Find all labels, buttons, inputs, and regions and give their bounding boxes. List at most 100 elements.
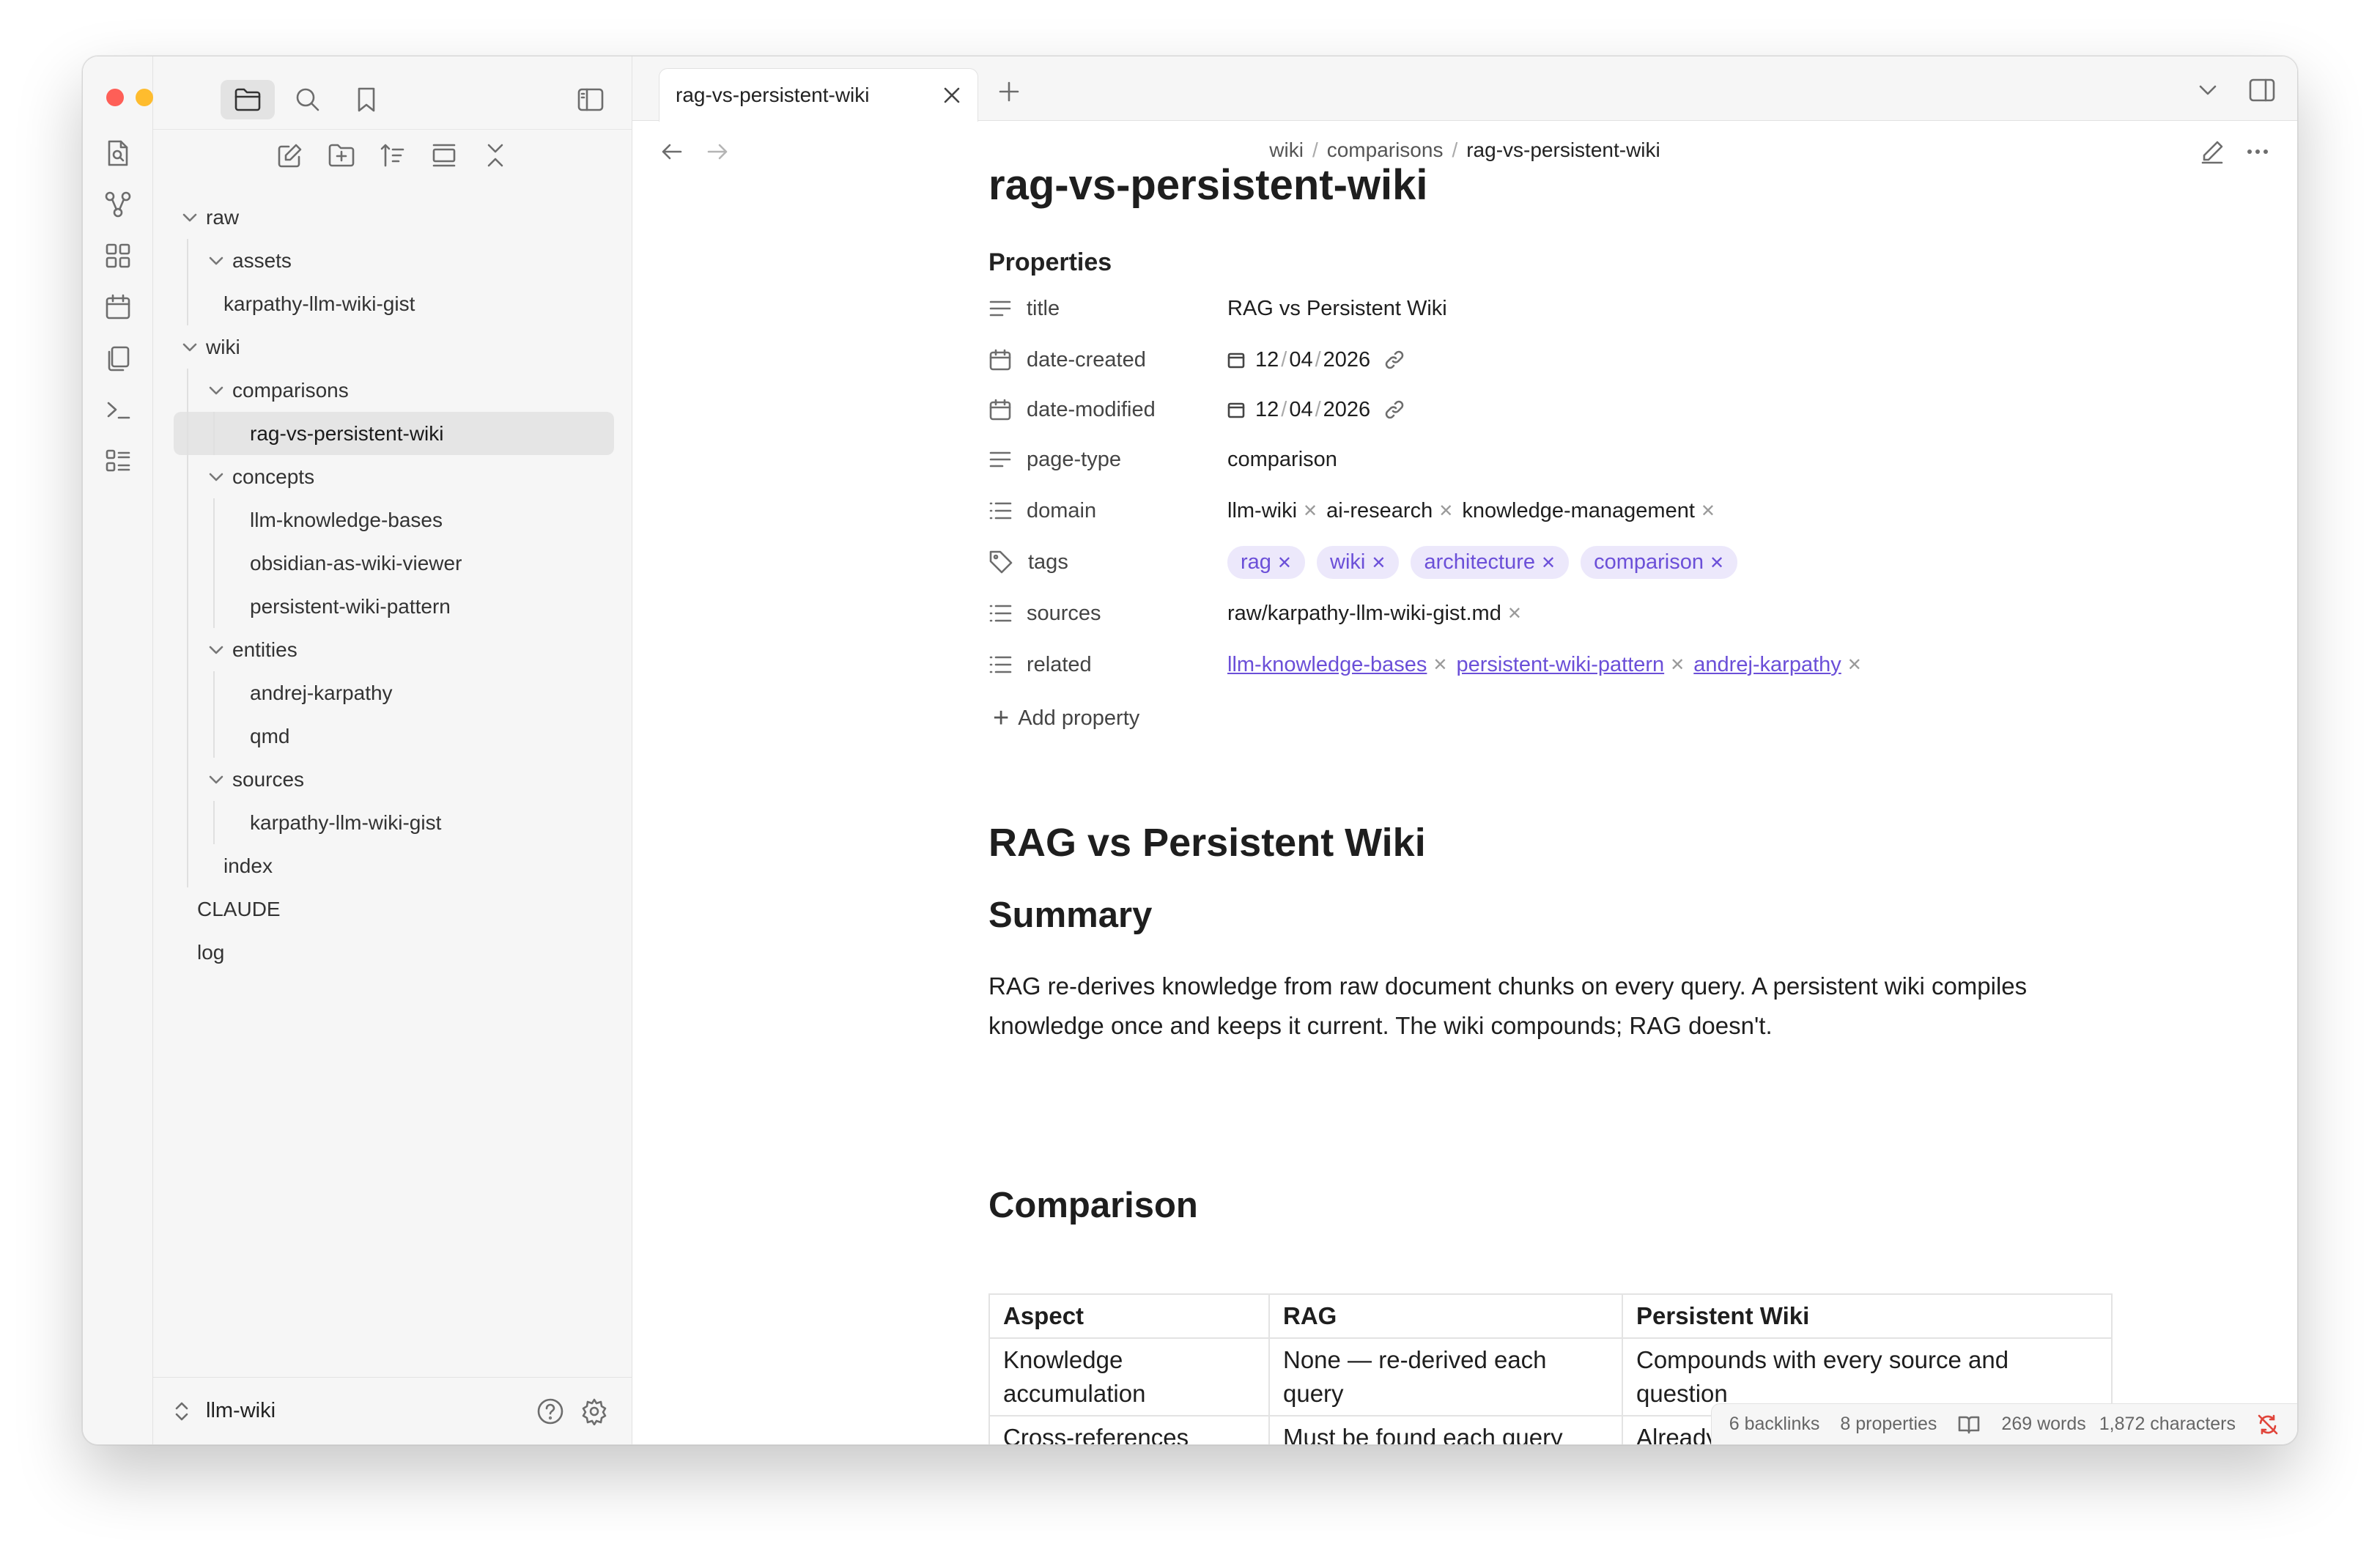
domain-value[interactable]: ai-research	[1326, 499, 1433, 523]
tree-folder[interactable]: assets	[174, 239, 614, 282]
remove-value-icon[interactable]: ✕	[1438, 501, 1453, 522]
new-folder-icon[interactable]	[323, 137, 360, 174]
remove-value-icon[interactable]: ✕	[1701, 501, 1715, 522]
domain-value[interactable]: knowledge-management	[1462, 499, 1695, 523]
property-key[interactable]: title	[1027, 297, 1060, 321]
help-icon[interactable]	[533, 1395, 567, 1428]
tree-folder[interactable]: entities	[174, 628, 614, 671]
breadcrumb-current[interactable]: rag-vs-persistent-wiki	[1466, 138, 1660, 161]
tree-file[interactable]: persistent-wiki-pattern	[174, 585, 614, 628]
settings-gear-icon[interactable]	[577, 1395, 611, 1428]
tree-file[interactable]: CLAUDE	[174, 887, 614, 931]
remove-tag-icon[interactable]: ✕	[1541, 553, 1556, 573]
heading-comparison[interactable]: Comparison	[988, 1185, 1198, 1226]
tab-list-chevron-down-icon[interactable]	[2190, 73, 2225, 108]
tree-file[interactable]: log	[174, 931, 614, 974]
table-header-cell[interactable]: RAG	[1268, 1293, 1623, 1339]
calendar-icon[interactable]	[103, 291, 133, 323]
tree-folder[interactable]: sources	[174, 758, 614, 801]
tree-folder[interactable]: raw	[174, 196, 614, 239]
breadcrumb-wiki[interactable]: wiki	[1269, 138, 1304, 161]
heading-h1[interactable]: RAG vs Persistent Wiki	[988, 820, 1426, 865]
tag-pill[interactable]: comparison ✕	[1581, 545, 1738, 579]
table-header-cell[interactable]: Aspect	[988, 1293, 1270, 1339]
property-key[interactable]: tags	[1028, 550, 1068, 575]
canvas-icon[interactable]	[103, 240, 133, 272]
chevron-down-icon[interactable]	[177, 341, 203, 353]
more-options-icon[interactable]	[2240, 134, 2275, 169]
search-tab[interactable]	[281, 80, 335, 119]
templates-icon[interactable]	[103, 342, 133, 374]
heading-summary[interactable]: Summary	[988, 895, 1152, 936]
quick-switcher-icon[interactable]	[103, 137, 133, 169]
date-modified-input[interactable]: 12/04/2026	[1227, 398, 1405, 422]
vault-switcher[interactable]: llm-wiki	[153, 1377, 632, 1444]
remove-tag-icon[interactable]: ✕	[1371, 553, 1386, 573]
chevron-down-icon[interactable]	[203, 255, 229, 267]
properties-heading[interactable]: Properties	[988, 248, 1112, 277]
related-link[interactable]: andrej-karpathy	[1693, 653, 1841, 677]
table-cell[interactable]: Cross-references	[988, 1415, 1270, 1444]
close-tab-icon[interactable]	[942, 86, 961, 105]
source-value[interactable]: raw/karpathy-llm-wiki-gist.md	[1227, 602, 1501, 626]
remove-value-icon[interactable]: ✕	[1433, 654, 1447, 676]
remove-value-icon[interactable]: ✕	[1507, 603, 1522, 624]
property-key[interactable]: page-type	[1027, 448, 1121, 472]
tree-file[interactable]: karpathy-llm-wiki-gist	[174, 801, 614, 844]
tree-folder[interactable]: wiki	[174, 325, 614, 369]
domain-value[interactable]: llm-wiki	[1227, 499, 1297, 523]
auto-reveal-icon[interactable]	[426, 137, 462, 174]
table-header-cell[interactable]: Persistent Wiki	[1622, 1293, 2113, 1339]
date-created-input[interactable]: 12/04/2026	[1227, 348, 1405, 372]
chevron-down-icon[interactable]	[203, 471, 229, 483]
remove-value-icon[interactable]: ✕	[1303, 501, 1318, 522]
property-key[interactable]: date-created	[1027, 348, 1146, 372]
property-key[interactable]: related	[1027, 653, 1092, 677]
tree-file[interactable]: obsidian-as-wiki-viewer	[174, 542, 614, 585]
property-value-title[interactable]: RAG vs Persistent Wiki	[1227, 297, 1447, 321]
close-window-button[interactable]	[106, 89, 124, 106]
toggle-right-sidebar-icon[interactable]	[2244, 73, 2280, 108]
new-note-icon[interactable]	[272, 137, 308, 174]
minimize-window-button[interactable]	[136, 89, 153, 106]
tree-file[interactable]: karpathy-llm-wiki-gist	[174, 282, 614, 325]
table-cell[interactable]: Must be found each query	[1268, 1415, 1623, 1444]
sort-order-icon[interactable]	[374, 137, 411, 174]
remove-tag-icon[interactable]: ✕	[1710, 553, 1724, 573]
related-link[interactable]: persistent-wiki-pattern	[1457, 653, 1665, 677]
date-picker-icon[interactable]	[1227, 351, 1245, 369]
related-link[interactable]: llm-knowledge-bases	[1227, 653, 1427, 677]
backlinks-count[interactable]: 6 backlinks	[1729, 1414, 1820, 1435]
property-key[interactable]: sources	[1027, 602, 1101, 626]
date-picker-icon[interactable]	[1227, 401, 1245, 418]
remove-tag-icon[interactable]: ✕	[1277, 553, 1292, 573]
note-title[interactable]: rag-vs-persistent-wiki	[988, 160, 1428, 210]
tree-file[interactable]: rag-vs-persistent-wiki	[174, 412, 614, 455]
tree-folder[interactable]: concepts	[174, 455, 614, 498]
chevron-down-icon[interactable]	[177, 212, 203, 224]
link-icon[interactable]	[1383, 349, 1405, 371]
bookmarks-tab[interactable]	[339, 80, 393, 119]
table-cell[interactable]: None — re-derived each query	[1268, 1337, 1623, 1417]
tag-pill[interactable]: rag ✕	[1227, 545, 1306, 579]
tree-file[interactable]: qmd	[174, 714, 614, 758]
summary-paragraph[interactable]: RAG re-derives knowledge from raw docume…	[988, 967, 2044, 1046]
tag-pill[interactable]: wiki ✕	[1317, 545, 1400, 579]
tab-rag-vs-persistent-wiki[interactable]: rag-vs-persistent-wiki	[659, 68, 978, 122]
chevron-down-icon[interactable]	[203, 644, 229, 656]
sync-disabled-icon[interactable]	[2256, 1413, 2280, 1436]
reading-view-book-icon[interactable]	[1957, 1414, 1981, 1435]
edit-pencil-icon[interactable]	[2195, 134, 2230, 169]
collapse-all-icon[interactable]	[477, 137, 514, 174]
property-key[interactable]: date-modified	[1027, 398, 1156, 422]
terminal-icon[interactable]	[103, 394, 133, 426]
property-value-page-type[interactable]: comparison	[1227, 448, 1337, 472]
tree-folder[interactable]: comparisons	[174, 369, 614, 412]
property-key[interactable]: domain	[1027, 499, 1096, 523]
new-tab-icon[interactable]	[991, 74, 1027, 109]
tag-pill[interactable]: architecture ✕	[1411, 545, 1570, 579]
outline-list-icon[interactable]	[103, 445, 133, 477]
collapse-sidebar-icon[interactable]	[563, 80, 618, 119]
chevron-down-icon[interactable]	[203, 774, 229, 786]
chevron-down-icon[interactable]	[203, 385, 229, 396]
